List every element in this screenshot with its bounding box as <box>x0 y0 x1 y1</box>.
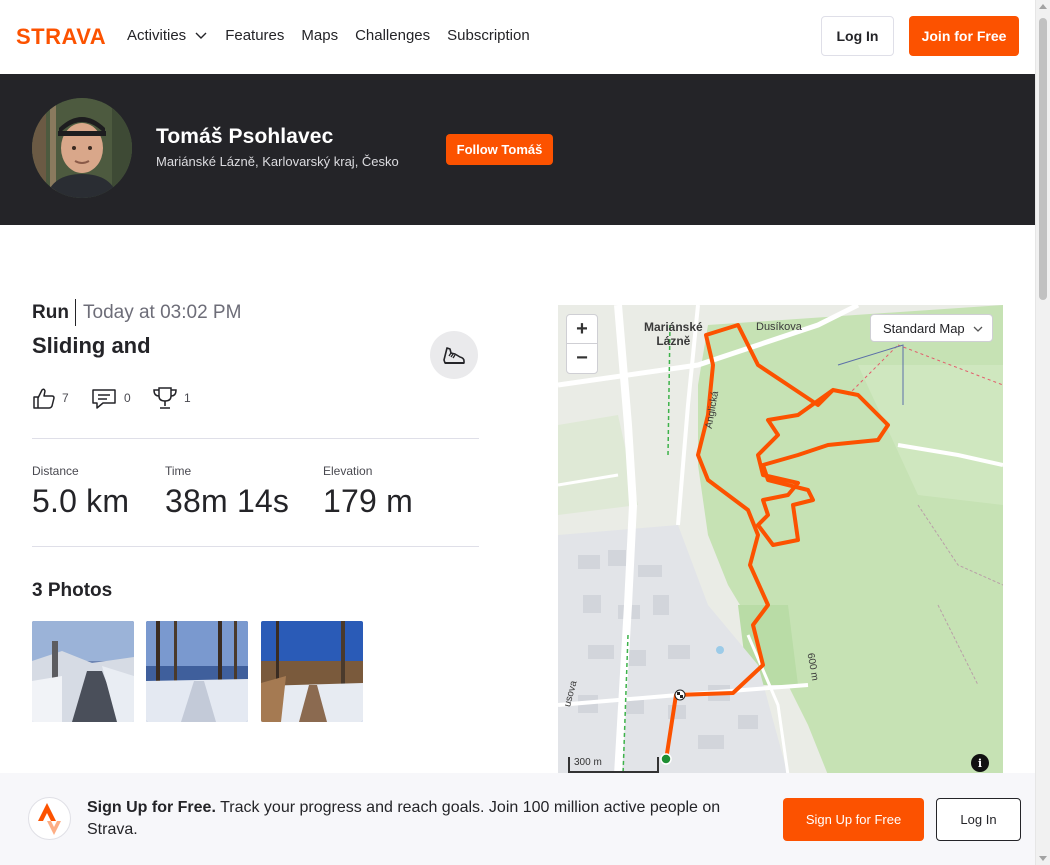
nav-features[interactable]: Features <box>225 24 284 46</box>
thumbs-up-icon <box>33 388 55 409</box>
activity-photo[interactable] <box>146 621 248 722</box>
stat-time-value: 38m 14s <box>165 483 290 519</box>
stat-time: Time 38m 14s <box>165 464 289 520</box>
page-scrollbar[interactable] <box>1035 0 1050 865</box>
stat-elevation: Elevation 179 m <box>323 464 413 520</box>
stat-distance-label: Distance <box>32 464 79 478</box>
stat-elevation-value: 179 m <box>323 483 413 519</box>
sport-type-badge <box>430 331 478 379</box>
nav-subscription[interactable]: Subscription <box>447 24 530 46</box>
activity-photo[interactable] <box>261 621 363 722</box>
strava-logo[interactable]: STRAVA <box>16 26 112 46</box>
athlete-name[interactable]: Tomáš Psohlavec <box>156 125 333 149</box>
nav-challenges[interactable]: Challenges <box>355 24 430 46</box>
activity-photo[interactable] <box>32 621 134 722</box>
comments-button[interactable]: 0 <box>91 384 131 412</box>
achievements-count: 1 <box>184 391 191 405</box>
activity-type-separator <box>75 299 76 326</box>
kudos-button[interactable]: 7 <box>32 384 69 412</box>
scroll-thumb[interactable] <box>1039 18 1047 300</box>
chevron-down-icon <box>195 32 207 39</box>
kudos-count: 7 <box>62 391 69 405</box>
scroll-up-arrow-icon[interactable] <box>1039 4 1047 9</box>
stat-elevation-label: Elevation <box>323 464 373 478</box>
comment-icon <box>92 389 116 409</box>
comments-count: 0 <box>124 391 131 405</box>
stat-distance: Distance 5.0 km <box>32 464 129 520</box>
trophy-icon <box>153 387 177 409</box>
activity-time: Today at 03:02 PM <box>83 302 242 323</box>
stat-time-label: Time <box>165 464 192 478</box>
banner-login-button[interactable]: Log In <box>936 798 1021 841</box>
map-style-select[interactable]: Standard Map <box>870 314 993 342</box>
zoom-in-button[interactable]: + <box>567 315 597 344</box>
stat-distance-value: 5.0 km <box>32 483 130 519</box>
nav-subscription-label: Subscription <box>447 26 530 44</box>
athlete-avatar[interactable] <box>32 98 132 198</box>
map-info-icon[interactable]: i <box>971 754 989 772</box>
banner-text: Sign Up for Free. Track your progress an… <box>87 797 767 841</box>
athlete-location: Mariánské Lázně, Karlovarský kraj, Česko <box>156 154 399 169</box>
svg-text:STRAVA: STRAVA <box>16 26 106 46</box>
sign-up-for-free-button[interactable]: Sign Up for Free <box>783 798 924 841</box>
top-nav: STRAVA Activities Features Maps Challeng… <box>0 0 1035 74</box>
nav-links: Activities Features Maps Challenges Subs… <box>127 24 547 46</box>
athlete-header: Tomáš Psohlavec Mariánské Lázně, Karlova… <box>0 74 1035 225</box>
banner-headline: Sign Up for Free. <box>87 799 216 816</box>
zoom-out-button[interactable]: − <box>567 344 597 373</box>
strava-app-logo <box>28 797 71 840</box>
achievements-indicator[interactable]: 1 <box>152 384 191 412</box>
map-place-label: Mariánské Lázně <box>644 320 703 348</box>
photos-title: 3 Photos <box>32 580 113 601</box>
signup-banner: Sign Up for Free. Track your progress an… <box>0 773 1035 865</box>
nav-challenges-label: Challenges <box>355 26 431 44</box>
activity-map[interactable]: Mariánské Lázně Dusíkova Anglická usova 6… <box>558 305 1003 775</box>
nav-maps-label: Maps <box>301 26 339 44</box>
login-button[interactable]: Log In <box>821 16 894 56</box>
divider <box>32 546 479 547</box>
nav-maps[interactable]: Maps <box>301 24 338 46</box>
join-for-free-button[interactable]: Join for Free <box>909 16 1019 56</box>
nav-features-label: Features <box>225 26 285 44</box>
scroll-down-arrow-icon[interactable] <box>1039 856 1047 861</box>
nav-activities[interactable]: Activities <box>127 24 208 46</box>
map-street-label: Dusíkova <box>756 321 802 333</box>
chevron-down-icon <box>973 326 983 332</box>
strava-chevron-icon <box>37 802 61 835</box>
follow-button[interactable]: Follow Tomáš <box>446 134 553 165</box>
map-scale-label: 300 m <box>574 757 602 768</box>
divider <box>32 438 479 439</box>
nav-activities-label: Activities <box>127 26 187 44</box>
activity-type: Run <box>32 302 69 323</box>
map-zoom-control: + − <box>566 314 598 374</box>
map-style-label: Standard Map <box>883 320 965 336</box>
running-shoe-icon <box>443 347 465 364</box>
activity-title: Sliding and <box>32 333 151 358</box>
map-canvas[interactable] <box>558 305 1003 775</box>
